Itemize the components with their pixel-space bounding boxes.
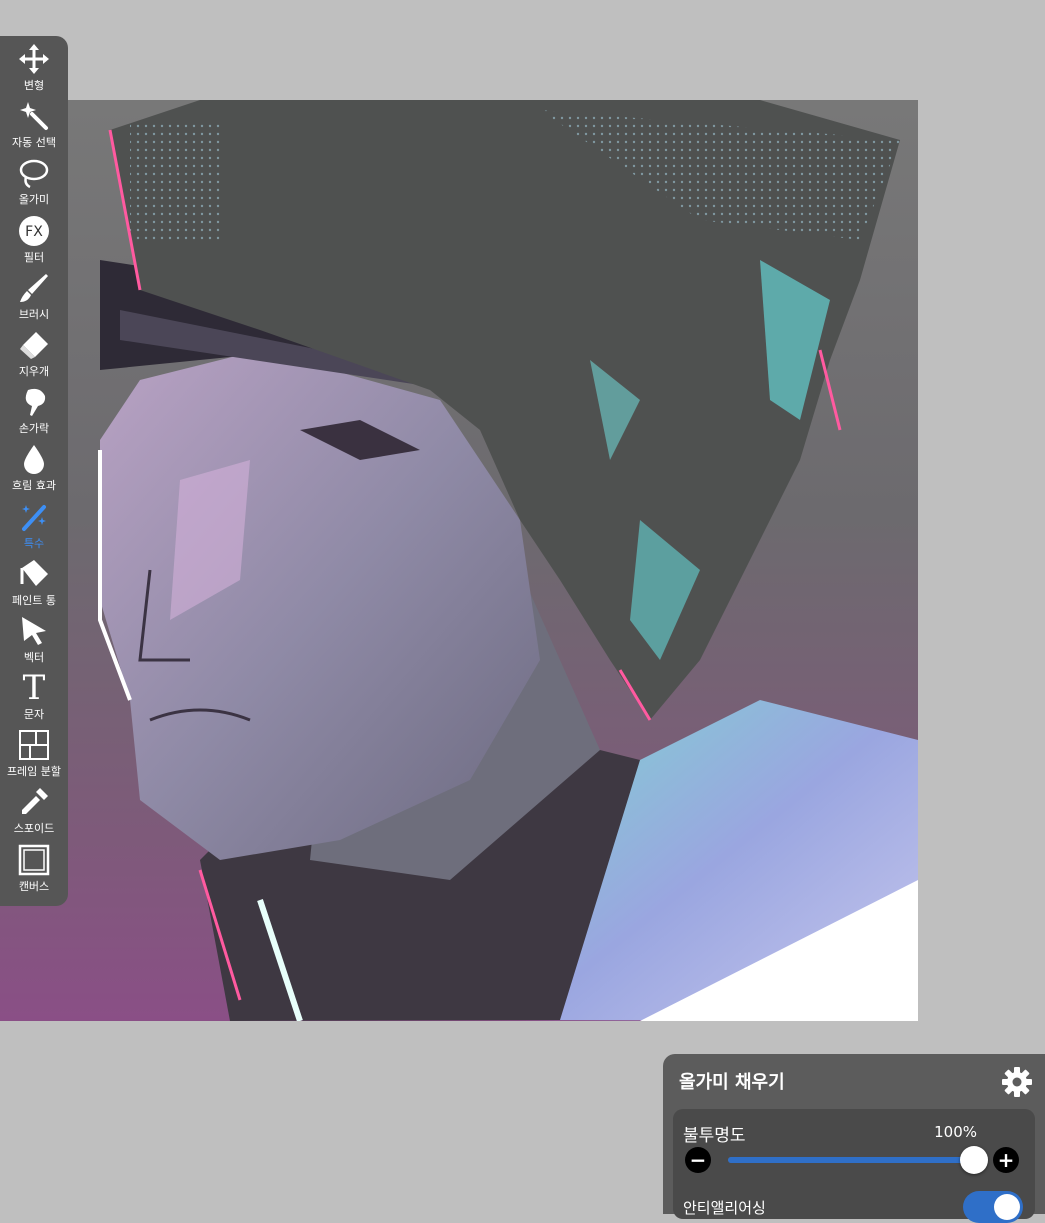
brush-icon: [17, 271, 51, 305]
frame-divider-icon: [17, 728, 51, 762]
fx-icon: FX: [17, 214, 51, 248]
drawing-canvas[interactable]: [0, 100, 918, 1021]
lasso-icon: [17, 156, 51, 190]
toggle-knob: [994, 1194, 1020, 1220]
opacity-value: 100%: [934, 1123, 977, 1141]
tool-label: 프레임 분할: [6, 765, 62, 779]
tool-text[interactable]: T 문자: [0, 671, 68, 728]
magic-wand-icon: [17, 99, 51, 133]
tool-label: 지우개: [18, 364, 50, 378]
tool-smudge[interactable]: 손가락: [0, 385, 68, 442]
text-icon: T: [17, 671, 51, 705]
opacity-slider-fill: [728, 1157, 974, 1163]
tool-filter[interactable]: FX 필터: [0, 214, 68, 271]
blur-drop-icon: [17, 442, 51, 476]
tool-eyedropper[interactable]: 스포이드: [0, 785, 68, 842]
eyedropper-icon: [17, 785, 51, 819]
tool-brush[interactable]: 브러시: [0, 271, 68, 328]
tool-label: 문자: [23, 708, 45, 722]
tool-palette: 변형 자동 선택 올가미 FX 필터 브러시 지우개 손가락 흐림 효과 특수 …: [0, 36, 68, 906]
opacity-slider-track[interactable]: [728, 1157, 974, 1163]
tool-auto-select[interactable]: 자동 선택: [0, 99, 68, 156]
gear-icon: [1002, 1067, 1032, 1097]
paint-bucket-icon: [17, 557, 51, 591]
special-wand-icon: [17, 500, 51, 534]
tool-lasso[interactable]: 올가미: [0, 156, 68, 213]
tool-label: 필터: [23, 250, 45, 264]
tool-transform[interactable]: 변형: [0, 42, 68, 99]
tool-label: 벡터: [23, 650, 45, 664]
tool-label: 페인트 통: [12, 593, 56, 607]
tool-label: 올가미: [18, 193, 50, 207]
vector-arrow-icon: [17, 614, 51, 648]
opacity-section: 불투명도 100% − + 안티앨리어싱: [673, 1109, 1035, 1223]
tool-blur[interactable]: 흐림 효과: [0, 442, 68, 499]
opacity-increase-button[interactable]: +: [993, 1147, 1019, 1173]
smudge-icon: [17, 385, 51, 419]
tool-special[interactable]: 특수: [0, 500, 68, 557]
tool-label: 특수: [23, 536, 45, 550]
antialiasing-label: 안티앨리어싱: [683, 1199, 766, 1217]
lasso-fill-panel: 올가미 채우기 불투명도 100% − + 안티앨리어싱: [663, 1054, 1045, 1223]
tool-label: 브러시: [18, 307, 50, 321]
tool-vector[interactable]: 벡터: [0, 614, 68, 671]
opacity-label: 불투명도: [683, 1126, 746, 1146]
opacity-decrease-button[interactable]: −: [685, 1147, 711, 1173]
tool-canvas[interactable]: 캔버스: [0, 843, 68, 900]
panel-title: 올가미 채우기: [679, 1072, 785, 1093]
settings-button[interactable]: [1001, 1066, 1033, 1098]
opacity-slider-handle[interactable]: [960, 1146, 988, 1174]
tool-label: 스포이드: [13, 822, 55, 836]
tool-label: 자동 선택: [12, 136, 56, 150]
tool-label: 캔버스: [18, 879, 50, 893]
fx-icon-text: FX: [25, 224, 43, 240]
move-icon: [17, 42, 51, 76]
tool-paint-bucket[interactable]: 페인트 통: [0, 557, 68, 614]
tool-label: 흐림 효과: [12, 479, 56, 493]
tool-label: 손가락: [18, 422, 50, 436]
canvas-icon: [17, 843, 51, 877]
text-glyph: T: [22, 668, 46, 709]
eraser-icon: [17, 328, 51, 362]
tool-eraser[interactable]: 지우개: [0, 328, 68, 385]
tool-label: 변형: [23, 79, 45, 92]
antialiasing-toggle[interactable]: [963, 1191, 1023, 1223]
tool-frame-divider[interactable]: 프레임 분할: [0, 728, 68, 785]
